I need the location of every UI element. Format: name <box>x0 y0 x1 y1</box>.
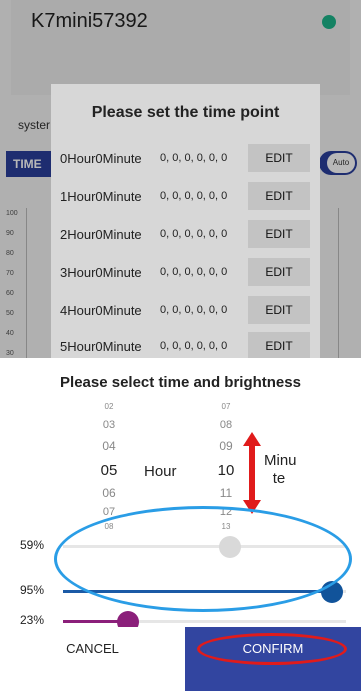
time-point-label: 0Hour0Minute <box>60 151 142 166</box>
time-point-label: 1Hour0Minute <box>60 189 142 204</box>
time-point-values: 0, 0, 0, 0, 0, 0 <box>160 304 228 316</box>
time-point-values: 0, 0, 0, 0, 0, 0 <box>160 228 228 240</box>
minute-wheel-item[interactable]: 08 <box>213 419 239 431</box>
time-point-row: 3Hour0Minute 0, 0, 0, 0, 0, 0 EDIT <box>51 258 320 288</box>
hour-wheel-item[interactable]: 02 <box>96 402 122 411</box>
hour-wheel-item[interactable]: 06 <box>96 486 122 500</box>
time-point-row: 0Hour0Minute 0, 0, 0, 0, 0, 0 EDIT <box>51 144 320 174</box>
time-point-row: 2Hour0Minute 0, 0, 0, 0, 0, 0 EDIT <box>51 220 320 250</box>
minute-wheel-item[interactable]: 09 <box>213 439 239 453</box>
cancel-button[interactable]: CANCEL <box>0 627 185 691</box>
edit-button[interactable]: EDIT <box>248 258 310 286</box>
minute-unit-label: Minu te <box>264 452 297 488</box>
slider-percent: 59% <box>20 538 45 552</box>
confirm-annotation <box>197 633 347 665</box>
time-point-values: 0, 0, 0, 0, 0, 0 <box>160 152 228 164</box>
scroll-arrow-icon <box>243 432 261 514</box>
minute-wheel-item[interactable]: 07 <box>213 402 239 411</box>
minute-wheel-item[interactable]: 11 <box>213 486 239 500</box>
edit-button[interactable]: EDIT <box>248 182 310 210</box>
slider-percent: 23% <box>20 613 45 627</box>
hour-wheel-item[interactable]: 03 <box>96 419 122 431</box>
time-point-row: 4Hour0Minute 0, 0, 0, 0, 0, 0 EDIT <box>51 296 320 326</box>
minute-unit-line: te <box>272 470 286 487</box>
highlight-annotation <box>54 506 352 612</box>
hour-wheel-selected[interactable]: 05 <box>96 462 122 479</box>
minute-unit-line: Minu <box>264 452 297 469</box>
time-point-label: 3Hour0Minute <box>60 265 142 280</box>
time-point-label: 5Hour0Minute <box>60 339 142 354</box>
time-point-values: 0, 0, 0, 0, 0, 0 <box>160 190 228 202</box>
slider-track[interactable] <box>63 611 346 633</box>
edit-button[interactable]: EDIT <box>248 332 310 360</box>
edit-button[interactable]: EDIT <box>248 144 310 172</box>
time-point-label: 4Hour0Minute <box>60 303 142 318</box>
hour-wheel-item[interactable]: 04 <box>96 439 122 453</box>
time-point-label: 2Hour0Minute <box>60 227 142 242</box>
dialog-title: Please set the time point <box>91 104 280 121</box>
time-point-dialog: Please set the time point 0Hour0Minute 0… <box>51 84 320 360</box>
edit-button[interactable]: EDIT <box>248 220 310 248</box>
hour-unit-label: Hour <box>144 463 177 480</box>
minute-wheel-selected[interactable]: 10 <box>213 462 239 479</box>
time-point-row: 1Hour0Minute 0, 0, 0, 0, 0, 0 EDIT <box>51 182 320 212</box>
sheet-title: Please select time and brightness <box>60 374 301 391</box>
time-point-values: 0, 0, 0, 0, 0, 0 <box>160 340 228 352</box>
slider-percent: 95% <box>20 583 45 597</box>
edit-button[interactable]: EDIT <box>248 296 310 324</box>
time-point-values: 0, 0, 0, 0, 0, 0 <box>160 266 228 278</box>
